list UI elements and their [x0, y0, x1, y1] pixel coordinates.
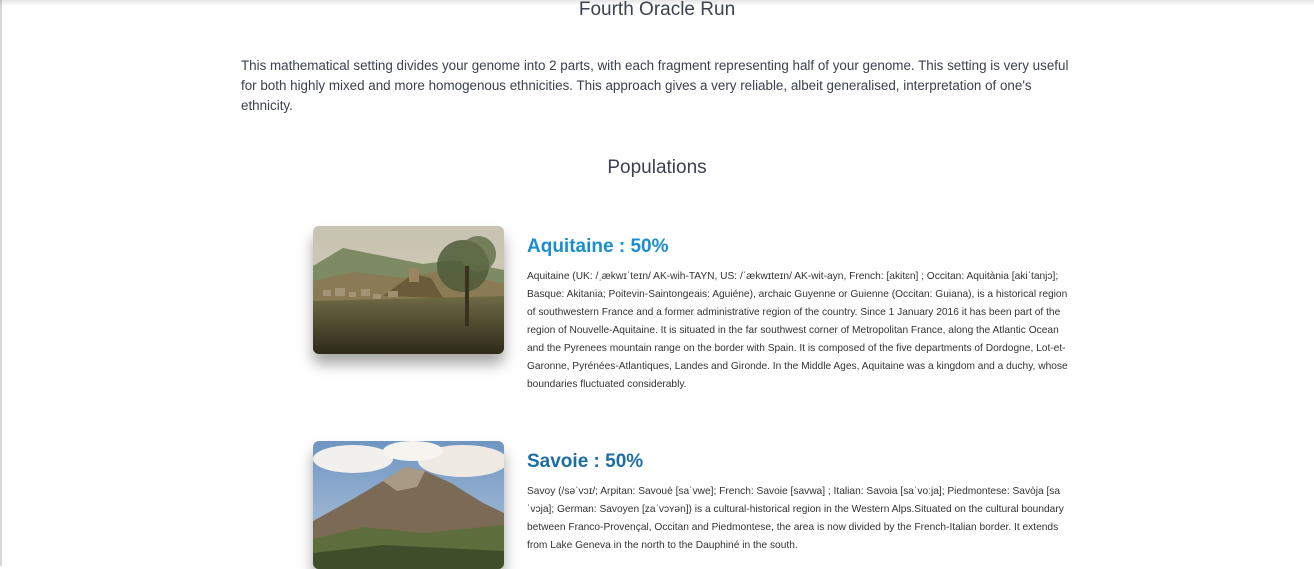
aquitaine-description: Aquitaine (UK: /ˌækwɪˈteɪn/ AK-wih-TAYN,… — [527, 271, 1068, 390]
run-title: Fourth Oracle Run — [578, 0, 736, 20]
savoie-image — [313, 441, 504, 569]
aquitaine-image — [313, 226, 504, 354]
aquitaine-title: Aquitaine : 50% — [527, 236, 669, 257]
intro-paragraph: This mathematical setting divides your g… — [241, 58, 1069, 113]
populations-heading: Populations — [607, 157, 707, 178]
page-left-border — [0, 0, 2, 566]
savoie-title: Savoie : 50% — [527, 451, 644, 472]
savoie-description: Savoy (/səˈvɔɪ/; Arpitan: Savouè [saˈvwe… — [527, 486, 1064, 551]
